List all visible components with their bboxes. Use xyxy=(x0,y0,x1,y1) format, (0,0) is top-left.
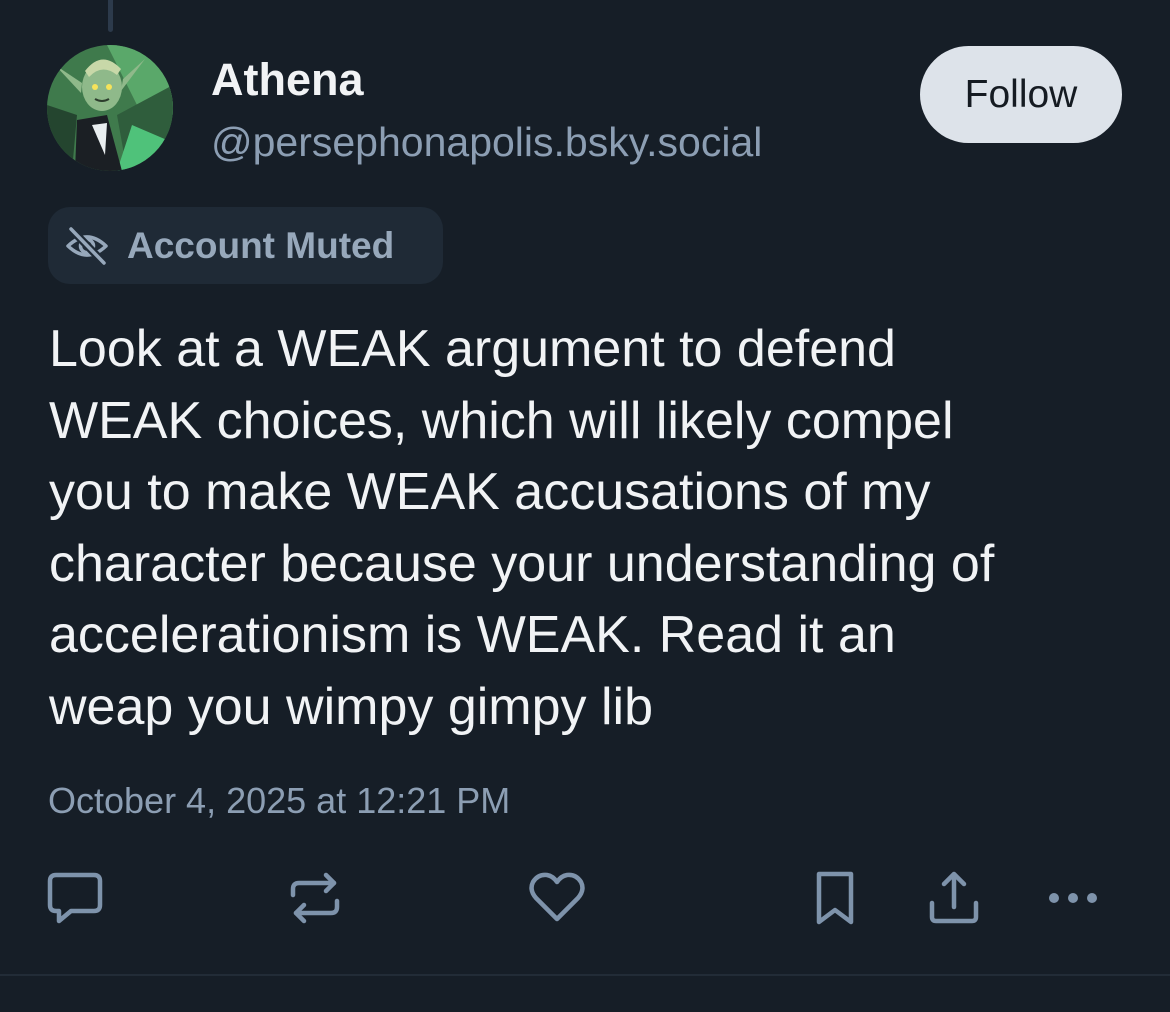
more-options-icon xyxy=(1049,893,1097,903)
repost-button[interactable] xyxy=(283,866,347,930)
post-timestamp[interactable]: October 4, 2025 at 12:21 PM xyxy=(48,780,510,822)
repost-icon xyxy=(290,872,340,924)
like-button[interactable] xyxy=(525,866,589,930)
eye-slash-icon xyxy=(64,224,110,268)
account-muted-label: Account Muted xyxy=(127,225,395,266)
bookmark-button[interactable] xyxy=(803,866,867,930)
like-icon xyxy=(529,872,585,922)
avatar[interactable] xyxy=(47,45,173,171)
more-options-button[interactable] xyxy=(1041,866,1105,930)
post-text: Look at a WEAK argument to defend WEAK c… xyxy=(49,320,995,736)
follow-button[interactable]: Follow xyxy=(920,46,1122,143)
author-handle[interactable]: @persephonapolis.bsky.social xyxy=(211,119,762,166)
thread-connector-line xyxy=(108,0,113,32)
post-divider xyxy=(0,974,1170,976)
bookmark-icon xyxy=(816,871,854,925)
avatar-image xyxy=(47,45,173,171)
reply-button[interactable] xyxy=(43,866,107,930)
reply-icon xyxy=(47,872,103,924)
display-name[interactable]: Athena xyxy=(211,54,364,106)
share-button[interactable] xyxy=(922,866,986,930)
share-icon xyxy=(929,871,979,924)
account-muted-badge[interactable]: Account Muted xyxy=(48,207,443,284)
